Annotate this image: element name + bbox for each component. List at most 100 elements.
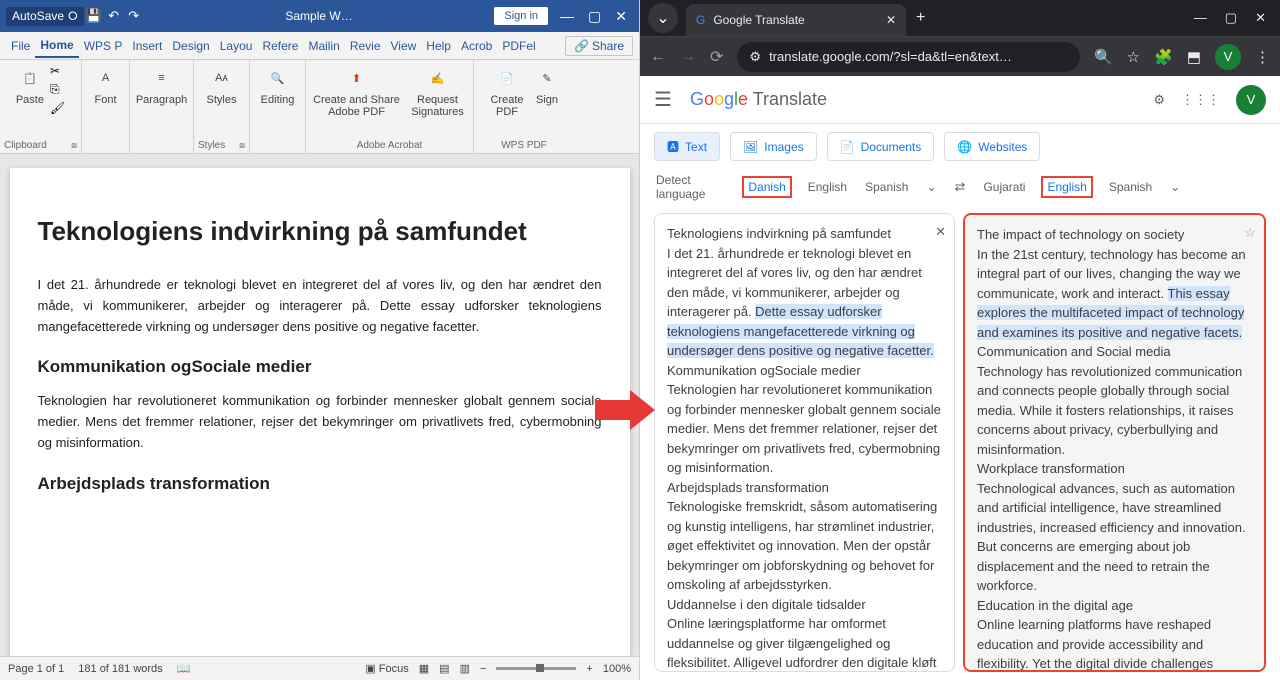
lang-detect[interactable]: Detect language bbox=[654, 169, 728, 205]
create-pdf-button[interactable]: 📄Create PDF bbox=[487, 64, 527, 118]
extensions-icon[interactable]: 🧩 bbox=[1154, 48, 1173, 66]
reload-icon[interactable]: ⟳ bbox=[710, 47, 723, 67]
tab-mailings[interactable]: Mailin bbox=[303, 35, 344, 57]
save-icon[interactable]: 💾 bbox=[84, 8, 104, 24]
hamburger-icon[interactable]: ☰ bbox=[654, 87, 672, 112]
lang-more-icon[interactable]: ⌄ bbox=[924, 176, 938, 198]
tab-acrobat[interactable]: Acrob bbox=[456, 35, 497, 57]
expand-icon[interactable]: ⧈ bbox=[239, 140, 245, 151]
account-avatar[interactable]: V bbox=[1236, 85, 1266, 115]
page: Teknologiens indvirkning på samfundet I … bbox=[10, 168, 630, 656]
apps-icon[interactable]: ⋮⋮⋮ bbox=[1181, 92, 1220, 108]
tgt-text: Online learning platforms have reshaped … bbox=[977, 617, 1236, 672]
minimize-icon[interactable]: — bbox=[560, 8, 574, 25]
settings-icon[interactable]: ⚙ bbox=[1153, 92, 1165, 108]
zoom-level[interactable]: 100% bbox=[603, 663, 631, 675]
star-icon[interactable]: ☆ bbox=[1244, 223, 1256, 243]
chrome-window: ⌄ G Google Translate ✕ + — ▢ ✕ ← → ⟳ ⚙ t… bbox=[640, 0, 1280, 680]
tab-design[interactable]: Design bbox=[167, 35, 214, 57]
lang-english[interactable]: English bbox=[1041, 176, 1092, 198]
close-icon[interactable]: ✕ bbox=[1255, 10, 1266, 26]
zoom-slider[interactable] bbox=[496, 667, 576, 670]
tab-insert[interactable]: Insert bbox=[127, 35, 167, 57]
request-signatures-button[interactable]: ✍Request Signatures bbox=[408, 64, 468, 118]
tab-review[interactable]: Revie bbox=[345, 35, 386, 57]
address-bar[interactable]: ⚙ translate.google.com/?sl=da&tl=en&text… bbox=[737, 42, 1080, 72]
tab-view[interactable]: View bbox=[386, 35, 422, 57]
forward-icon[interactable]: → bbox=[680, 48, 696, 66]
cut-icon[interactable]: ✂ bbox=[50, 64, 65, 78]
font-icon: A bbox=[92, 64, 120, 92]
paste-icon: 📋 bbox=[16, 64, 44, 92]
tab-layout[interactable]: Layou bbox=[215, 35, 258, 57]
browser-tab[interactable]: G Google Translate ✕ bbox=[686, 4, 906, 36]
mode-images[interactable]: 🖼 Images bbox=[730, 132, 817, 161]
minimize-icon[interactable]: — bbox=[1194, 10, 1207, 26]
tgt-text: Education in the digital age bbox=[977, 598, 1133, 613]
bookmark-icon[interactable]: ☆ bbox=[1127, 48, 1140, 66]
create-share-pdf-button[interactable]: ⬆Create and Share Adobe PDF bbox=[312, 64, 402, 118]
mode-tabs: 🅰 Text 🖼 Images 📄 Documents 🌐 Websites bbox=[640, 124, 1280, 169]
maximize-icon[interactable]: ▢ bbox=[588, 8, 601, 25]
lang-gujarati[interactable]: Gujarati bbox=[981, 176, 1027, 198]
view-web-icon[interactable]: ▥ bbox=[460, 662, 470, 675]
focus-mode[interactable]: ▣ Focus bbox=[365, 662, 408, 675]
lang-more-icon[interactable]: ⌄ bbox=[1168, 176, 1182, 198]
src-text: Kommunikation ogSociale medier bbox=[667, 363, 861, 378]
page-count[interactable]: Page 1 of 1 bbox=[8, 663, 64, 675]
autosave-toggle[interactable]: AutoSave⭘ bbox=[6, 7, 84, 26]
tab-close-icon[interactable]: ✕ bbox=[886, 13, 896, 27]
source-pane[interactable]: ✕ Teknologiens indvirkning på samfundet … bbox=[654, 213, 955, 672]
lang-english[interactable]: English bbox=[806, 176, 849, 198]
tab-file[interactable]: File bbox=[6, 35, 35, 57]
mode-text[interactable]: 🅰 Text bbox=[654, 132, 720, 161]
swap-icon[interactable]: ⇄ bbox=[939, 179, 982, 195]
editing-button[interactable]: 🔍Editing bbox=[261, 64, 295, 106]
menu-icon[interactable]: ⋮ bbox=[1255, 48, 1270, 66]
tab-home[interactable]: Home bbox=[35, 34, 78, 58]
tab-search-icon[interactable]: ⌄ bbox=[648, 3, 678, 33]
paragraph-button[interactable]: ≡Paragraph bbox=[136, 64, 187, 106]
new-tab-icon[interactable]: + bbox=[916, 9, 925, 27]
clear-icon[interactable]: ✕ bbox=[935, 222, 946, 242]
styles-button[interactable]: AᴀStyles bbox=[207, 64, 237, 106]
copy-icon[interactable]: ⎘ bbox=[50, 82, 65, 97]
tgt-text: Workplace transformation bbox=[977, 461, 1125, 476]
doc-subheading: Arbejdsplads transformation bbox=[38, 474, 602, 494]
mode-websites[interactable]: 🌐 Websites bbox=[944, 132, 1040, 161]
tab-pdfelement[interactable]: PDFel bbox=[497, 35, 540, 57]
signin-button[interactable]: Sign in bbox=[494, 7, 548, 25]
lang-spanish[interactable]: Spanish bbox=[1107, 176, 1154, 198]
paste-button[interactable]: 📋Paste bbox=[16, 64, 44, 106]
spellcheck-icon[interactable]: 📖 bbox=[177, 662, 191, 675]
tab-wps[interactable]: WPS P bbox=[79, 35, 128, 57]
redo-icon[interactable]: ↷ bbox=[124, 8, 144, 24]
site-info-icon[interactable]: ⚙ bbox=[749, 49, 761, 65]
share-button[interactable]: 🔗 Share bbox=[565, 36, 633, 56]
sign-button[interactable]: ✎Sign bbox=[533, 64, 561, 106]
zoom-out-icon[interactable]: − bbox=[480, 663, 486, 675]
close-icon[interactable]: ✕ bbox=[615, 8, 627, 25]
install-icon[interactable]: ⬒ bbox=[1187, 48, 1201, 66]
view-print-icon[interactable]: ▦ bbox=[419, 662, 429, 675]
profile-avatar[interactable]: V bbox=[1215, 44, 1241, 70]
mode-documents[interactable]: 📄 Documents bbox=[827, 132, 935, 161]
word-count[interactable]: 181 of 181 words bbox=[78, 663, 162, 675]
back-icon[interactable]: ← bbox=[650, 48, 666, 66]
lang-spanish[interactable]: Spanish bbox=[863, 176, 910, 198]
document-area[interactable]: Teknologiens indvirkning på samfundet I … bbox=[0, 154, 639, 656]
annotation-arrow bbox=[595, 390, 655, 430]
src-text: bekymringer om privatlivets fred, cyberm… bbox=[667, 441, 940, 476]
search-icon[interactable]: 🔍 bbox=[1094, 48, 1113, 66]
tab-help[interactable]: Help bbox=[421, 35, 456, 57]
undo-icon[interactable]: ↶ bbox=[104, 8, 124, 24]
maximize-icon[interactable]: ▢ bbox=[1225, 10, 1237, 26]
font-button[interactable]: AFont bbox=[92, 64, 120, 106]
src-text: Arbejdsplads transformation bbox=[667, 480, 829, 495]
expand-icon[interactable]: ⧈ bbox=[71, 140, 77, 151]
zoom-in-icon[interactable]: + bbox=[586, 663, 592, 675]
format-painter-icon[interactable]: 🖌 bbox=[50, 101, 65, 115]
lang-danish[interactable]: Danish bbox=[742, 176, 791, 198]
tab-references[interactable]: Refere bbox=[257, 35, 303, 57]
view-read-icon[interactable]: ▤ bbox=[439, 662, 449, 675]
